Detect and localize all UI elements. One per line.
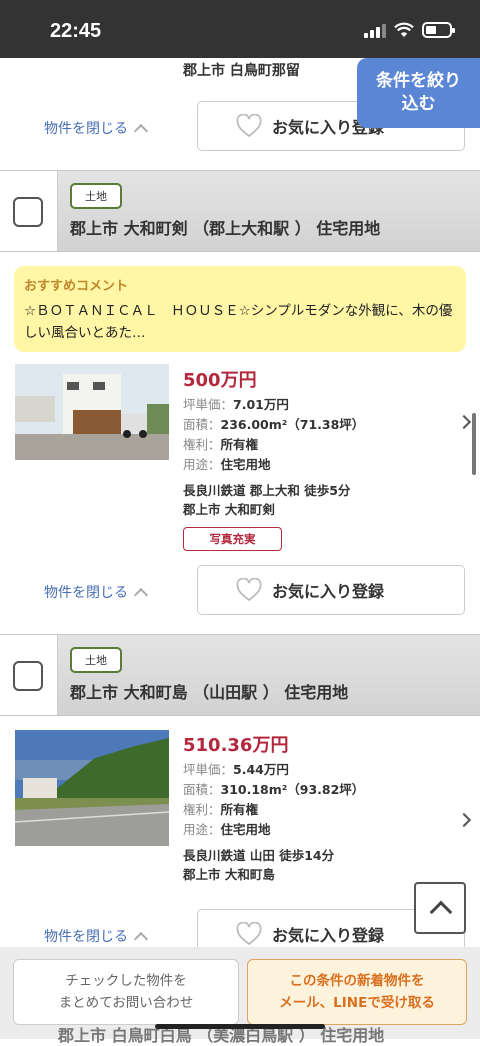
spec-key: 坪単価： — [183, 397, 234, 412]
favorite-button[interactable]: お気に入り登録 — [197, 565, 465, 615]
wifi-icon — [394, 22, 414, 37]
status-time: 22:45 — [50, 20, 102, 42]
recommend-comment: おすすめコメント ☆ＢＯＴＡＮＩＣＡＬ ＨＯＵＳＥ☆シンプルモダンな外観に、木の… — [14, 266, 466, 352]
listing-access: 長良川鉄道 山田 徒歩14分 郡上市 大和町島 — [183, 846, 334, 884]
listing-price: 510.36万円 — [183, 735, 289, 756]
home-indicator — [155, 1024, 325, 1029]
inquiry-label-2: まとめてお問い合わせ — [58, 995, 194, 1011]
address-line: 郡上市 大和町剣 — [183, 502, 275, 517]
listing-photo[interactable] — [15, 730, 169, 846]
bulk-inquiry-button[interactable]: チェックした物件を まとめてお問い合わせ — [13, 959, 239, 1025]
spec-key: 権利： — [183, 802, 221, 817]
heart-icon — [236, 578, 262, 602]
filter-label-2: 込む — [401, 94, 436, 114]
listing-header: 土地 郡上市 大和町剣 （郡上大和駅 ） 住宅用地 — [0, 170, 480, 252]
chevron-up-icon — [429, 900, 453, 924]
chevron-up-icon — [133, 587, 149, 603]
spec-key: 面積： — [183, 417, 221, 432]
listing-access: 長良川鉄道 郡上大和 徒歩5分 郡上市 大和町剣 — [183, 481, 350, 519]
listing-checkbox[interactable] — [0, 635, 58, 715]
close-listing-link[interactable]: 物件を閉じる — [44, 118, 149, 139]
scroll-to-top-button[interactable] — [414, 882, 466, 934]
spec-value: 所有権 — [220, 802, 259, 817]
spec-key: 用途： — [183, 457, 221, 472]
filter-button[interactable]: 条件を絞り 込む — [357, 58, 480, 128]
listing-price: 500万円 — [183, 370, 257, 391]
chevron-right-icon[interactable] — [456, 812, 472, 828]
new-listing-alert-button[interactable]: この条件の新着物件を メール、LINEで受け取る — [247, 959, 467, 1025]
listing-photo[interactable] — [15, 364, 169, 460]
address-line: 郡上市 大和町島 — [183, 867, 275, 882]
chevron-up-icon — [133, 123, 149, 139]
heart-icon — [236, 922, 262, 946]
listing-header: 土地 郡上市 大和町島 （山田駅 ） 住宅用地 — [0, 634, 480, 716]
listing-checkbox[interactable] — [0, 171, 58, 251]
close-label: 物件を閉じる — [44, 585, 128, 601]
photo-rich-badge: 写真充実 — [183, 527, 282, 551]
category-tag: 土地 — [70, 183, 122, 209]
spec-value: 310.18m²（93.82坪） — [220, 782, 365, 797]
alert-label-2: メール、LINEで受け取る — [279, 995, 435, 1011]
heart-icon — [236, 114, 262, 138]
spec-value: 所有権 — [220, 437, 259, 452]
recommend-text: ☆ＢＯＴＡＮＩＣＡＬ ＨＯＵＳＥ☆シンプルモダンな外観に、木の優しい風合いとあた… — [24, 303, 453, 341]
spec-value: 住宅用地 — [220, 822, 271, 837]
listing-title[interactable]: 郡上市 大和町剣 （郡上大和駅 ） 住宅用地 — [70, 215, 380, 239]
favorite-label: お気に入り登録 — [272, 582, 385, 601]
spec-value: 7.01万円 — [233, 397, 289, 412]
close-label: 物件を閉じる — [44, 929, 128, 945]
favorite-label: お気に入り登録 — [272, 926, 385, 945]
close-label: 物件を閉じる — [44, 121, 128, 137]
listing-title[interactable]: 郡上市 大和町島 （山田駅 ） 住宅用地 — [70, 679, 348, 703]
access-line: 長良川鉄道 郡上大和 徒歩5分 — [183, 483, 351, 498]
inquiry-label-1: チェックした物件を — [65, 973, 187, 989]
listing-specs: 坪単価：5.44万円 面積：310.18m²（93.82坪） 権利：所有権 用途… — [183, 760, 364, 840]
category-tag: 土地 — [70, 647, 122, 673]
spec-value: 5.44万円 — [233, 762, 289, 777]
status-bar: 22:45 — [0, 0, 480, 58]
cellular-signal-icon — [364, 22, 386, 38]
filter-label-1: 条件を絞り — [376, 71, 461, 91]
spec-key: 用途： — [183, 822, 221, 837]
spec-key: 面積： — [183, 782, 221, 797]
spec-value: 236.00m²（71.38坪） — [220, 417, 365, 432]
battery-icon — [422, 22, 455, 38]
previous-listing-address: 郡上市 白鳥町那留 — [183, 63, 300, 79]
recommend-label: おすすめコメント — [24, 279, 129, 294]
close-listing-link[interactable]: 物件を閉じる — [44, 582, 149, 603]
chevron-up-icon — [133, 931, 149, 947]
access-line: 長良川鉄道 山田 徒歩14分 — [183, 848, 335, 863]
alert-label-1: この条件の新着物件を — [289, 973, 425, 989]
spec-value: 住宅用地 — [220, 457, 271, 472]
listing-specs: 坪単価：7.01万円 面積：236.00m²（71.38坪） 権利：所有権 用途… — [183, 395, 364, 475]
scrollbar[interactable] — [472, 413, 476, 475]
chevron-right-icon[interactable] — [456, 414, 472, 430]
close-listing-link[interactable]: 物件を閉じる — [44, 926, 149, 947]
spec-key: 坪単価： — [183, 762, 234, 777]
spec-key: 権利： — [183, 437, 221, 452]
